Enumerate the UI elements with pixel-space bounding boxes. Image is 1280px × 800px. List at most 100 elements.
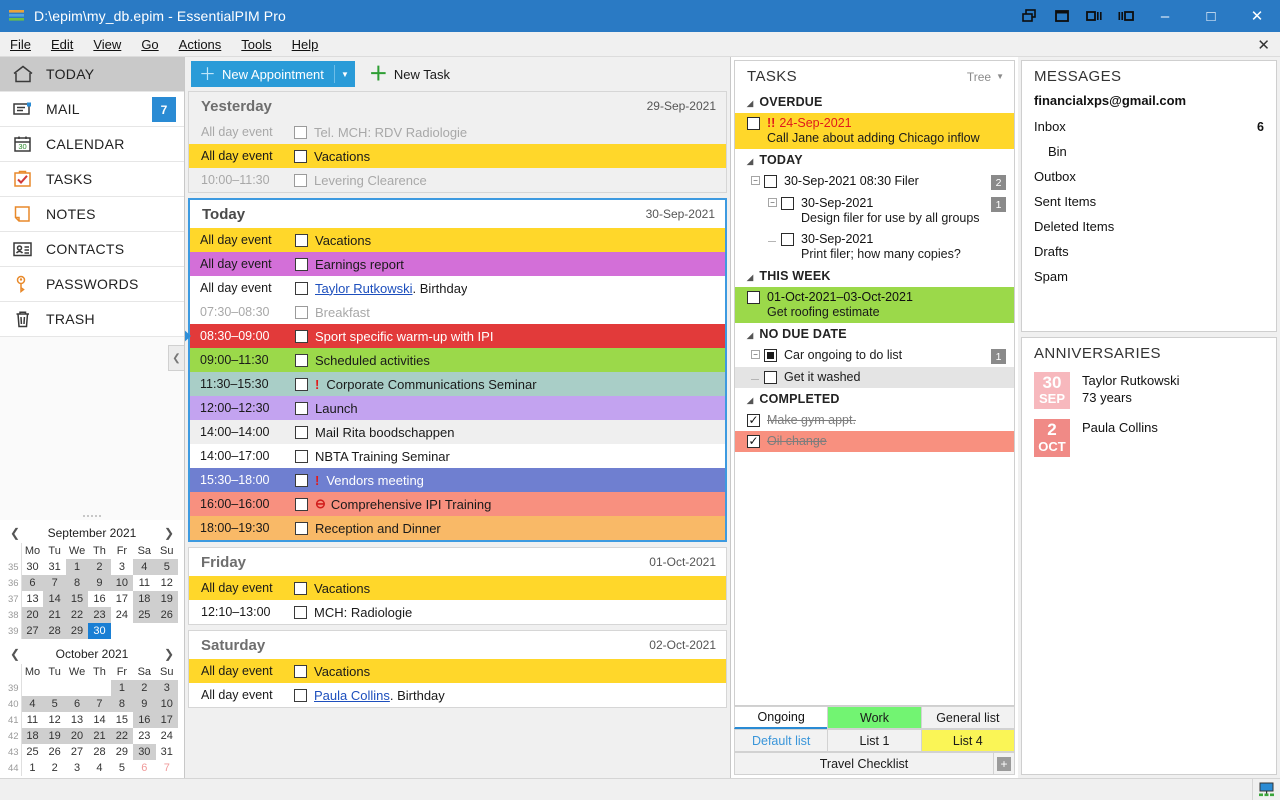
appointment-checkbox[interactable] (295, 353, 308, 367)
appointment-row[interactable]: All day event Paula Collins. Birthday (189, 683, 726, 707)
appointment-checkbox[interactable] (295, 521, 308, 535)
task-group-this-week[interactable]: ◢ THIS WEEK (735, 265, 1014, 287)
appointment-checkbox[interactable] (295, 497, 308, 511)
task-group-overdue[interactable]: ◢ OVERDUE (735, 91, 1014, 113)
calendar-day[interactable]: 30 (133, 744, 156, 760)
appointment-row[interactable]: 16:00–16:00 ⊖ Comprehensive IPI Training (190, 492, 725, 516)
calendar-day[interactable]: 30 (88, 623, 111, 639)
task-checkbox[interactable] (781, 197, 794, 210)
calendar-day[interactable]: 4 (21, 696, 44, 712)
appointment-row[interactable]: 10:00–11:30 Levering Clearence (189, 168, 726, 192)
appointment-row[interactable]: All day event Tel. MCH: RDV Radiologie (189, 120, 726, 144)
mini-calendar-grid[interactable]: Mo Tu We Th Fr Sa Su 39 1 2 3 40 4 5 6 7 8 9 10 41 11 12 13 14 1… (6, 664, 178, 776)
appointment-row[interactable]: 11:30–15:30! Corporate Communications Sem… (190, 372, 725, 396)
appointment-row[interactable]: All day event Earnings report (190, 252, 725, 276)
mail-folder-drafts[interactable]: Drafts (1022, 239, 1276, 264)
task-tab-general-list[interactable]: General list (920, 706, 1015, 729)
calendar-day[interactable]: 6 (133, 760, 155, 776)
appointment-row[interactable]: All day event Taylor Rutkowski. Birthday (190, 276, 725, 300)
calendar-day[interactable]: 21 (43, 607, 66, 623)
calendar-day[interactable]: 12 (156, 575, 178, 591)
calendar-day[interactable]: 16 (88, 591, 110, 607)
calendar-day[interactable]: 12 (43, 712, 65, 728)
task-checkbox[interactable] (747, 435, 760, 448)
calendar-day[interactable]: 2 (88, 559, 111, 575)
calendar-day[interactable]: 13 (66, 712, 88, 728)
calendar-day[interactable]: 17 (111, 591, 133, 607)
mini-calendar-grid[interactable]: Mo Tu We Th Fr Sa Su 35 30 31 1 2 3 4 5 36 6 7 8 9 10 11 12 37 1… (6, 543, 178, 639)
task-checkbox[interactable] (764, 371, 777, 384)
calendar-day[interactable]: 22 (110, 728, 134, 744)
calendar-day[interactable]: 9 (133, 696, 156, 712)
calendar-day[interactable]: 22 (65, 607, 89, 623)
menu-go[interactable]: Go (131, 34, 168, 55)
calendar-day[interactable]: 31 (43, 559, 65, 575)
calendar-day[interactable]: 26 (43, 744, 65, 760)
calendar-day[interactable]: 21 (88, 728, 111, 744)
task-checkbox[interactable] (764, 349, 777, 362)
layout-single-icon[interactable] (1046, 0, 1078, 32)
calendar-day[interactable]: 10 (110, 575, 134, 591)
calendar-day[interactable]: 27 (66, 744, 88, 760)
appointment-checkbox[interactable] (294, 581, 307, 595)
calendar-day[interactable]: 8 (65, 575, 89, 591)
calendar-day[interactable] (133, 623, 155, 639)
task-group-today[interactable]: ◢ TODAY (735, 149, 1014, 171)
sidebar-item-calendar[interactable]: 30 CALENDAR (0, 127, 184, 162)
sidebar-item-trash[interactable]: TRASH (0, 302, 184, 337)
appointment-checkbox[interactable] (294, 688, 307, 702)
mail-folder-spam[interactable]: Spam (1022, 264, 1276, 289)
appointment-checkbox[interactable] (295, 305, 308, 319)
task-group-no-due-date[interactable]: ◢ NO DUE DATE (735, 323, 1014, 345)
calendar-day[interactable]: 2 (43, 760, 65, 776)
mail-folder-deleted-items[interactable]: Deleted Items (1022, 214, 1276, 239)
task-row[interactable]: 30-Sep-2021 Print filer; how many copies? (735, 229, 1014, 265)
calendar-day[interactable]: 11 (133, 575, 155, 591)
task-checkbox[interactable] (781, 233, 794, 246)
task-row[interactable]: − 30-Sep-2021 08:30 Filer 2 (735, 171, 1014, 193)
contact-link[interactable]: Taylor Rutkowski (315, 281, 413, 296)
tasks-view-mode-selector[interactable]: Tree ▼ (967, 70, 1004, 84)
appointment-checkbox[interactable] (295, 449, 308, 463)
appointment-row[interactable]: 12:10–13:00 MCH: Radiologie (189, 600, 726, 624)
calendar-day[interactable]: 23 (133, 728, 155, 744)
task-expander-button[interactable]: − (751, 176, 760, 185)
calendar-day[interactable]: 29 (111, 744, 133, 760)
appointment-row[interactable]: 18:00–19:30 Reception and Dinner (190, 516, 725, 540)
calendar-day[interactable]: 10 (155, 696, 178, 712)
calendar-day[interactable]: 5 (111, 760, 133, 776)
calendar-day[interactable]: 28 (43, 623, 66, 639)
calendar-day[interactable]: 17 (155, 712, 178, 728)
task-checkbox[interactable] (747, 414, 760, 427)
mail-folder-inbox[interactable]: Inbox 6 (1022, 114, 1276, 139)
appointment-checkbox[interactable] (295, 329, 308, 343)
task-checkbox[interactable] (747, 117, 760, 130)
sidebar-item-contacts[interactable]: CONTACTS (0, 232, 184, 267)
calendar-day[interactable]: 7 (156, 760, 178, 776)
task-row[interactable]: Get it washed (735, 367, 1014, 388)
appointment-row[interactable]: 07:30–08:30 Breakfast (190, 300, 725, 324)
appointment-checkbox[interactable] (295, 401, 308, 415)
calendar-day[interactable] (66, 680, 88, 696)
sidebar-item-today[interactable]: TODAY (0, 57, 184, 92)
task-tab-default-list[interactable]: Default list (734, 729, 829, 752)
calendar-day[interactable]: 30 (21, 559, 43, 575)
calendar-day[interactable]: 3 (111, 559, 133, 575)
task-tab-travel-checklist[interactable]: Travel Checklist (734, 752, 994, 775)
calendar-day[interactable]: 24 (111, 607, 133, 623)
calendar-day[interactable]: 16 (133, 712, 156, 728)
calendar-day[interactable]: 26 (155, 607, 178, 623)
calendar-day[interactable]: 14 (88, 712, 110, 728)
appointment-checkbox[interactable] (295, 233, 308, 247)
sidebar-item-mail[interactable]: MAIL 7 (0, 92, 184, 127)
calendar-day[interactable]: 14 (43, 591, 66, 607)
task-tab-list-1[interactable]: List 1 (827, 729, 922, 752)
mail-folder-bin[interactable]: Bin (1022, 139, 1276, 164)
mail-folder-outbox[interactable]: Outbox (1022, 164, 1276, 189)
appointment-row[interactable]: 08:30–09:00 Sport specific warm-up with I… (185, 324, 725, 348)
task-expander-button[interactable]: − (751, 350, 760, 359)
menu-tools[interactable]: Tools (231, 34, 281, 55)
appointment-row[interactable]: 14:00–14:00 Mail Rita boodschappen (190, 420, 725, 444)
add-task-list-button[interactable]: + (993, 752, 1015, 775)
calendar-day[interactable]: 25 (133, 607, 156, 623)
